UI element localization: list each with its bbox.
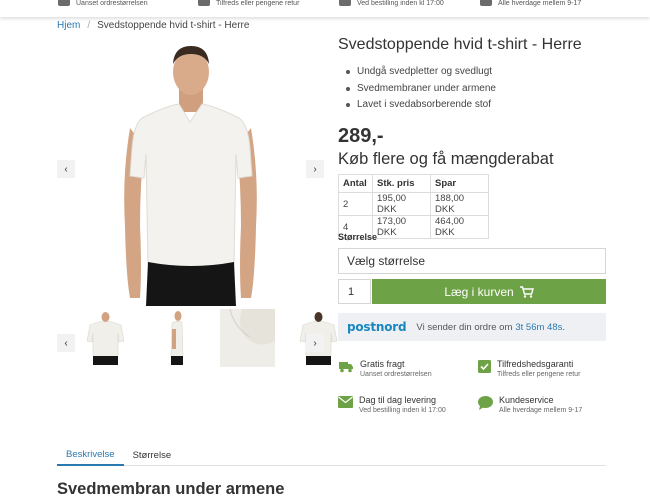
column-header-quantity: Antal — [338, 174, 373, 193]
usp-free-shipping: Gratis fragt Uanset ordrestørrelsen — [338, 359, 432, 380]
table-cell: 195,00 DKK — [372, 192, 431, 216]
gallery-next-button[interactable]: › — [306, 160, 324, 178]
bulk-discount-title: Køb flere og få mængderabat — [338, 150, 554, 168]
bulk-discount-table: Antal Stk. pris Spar 2 195,00 DKK 188,00… — [338, 174, 489, 239]
size-label: Størrelse — [338, 232, 378, 242]
breadcrumb-current: Svedstoppende hvid t-shirt - Herre — [97, 20, 250, 31]
thumbnail-side[interactable] — [149, 309, 204, 367]
feature-item: Svedmembraner under armene — [346, 81, 496, 98]
feature-item: Undgå svedpletter og svedlugt — [346, 64, 496, 81]
product-title: Svedstoppende hvid t-shirt - Herre — [338, 36, 582, 53]
top-usp-guarantee: Tilfreds eller pengene retur — [198, 0, 299, 7]
top-usp-service: Alle hverdage mellem 9-17 — [480, 0, 581, 7]
chat-icon — [480, 0, 492, 6]
cart-icon — [519, 285, 534, 298]
usp-title: Dag til dag levering — [359, 395, 437, 405]
usp-subtitle: Tilfreds eller pengene retur — [497, 371, 581, 378]
thumbnail-strip — [78, 308, 338, 367]
chat-icon — [478, 396, 493, 410]
usp-delivery: Dag til dag levering Ved bestilling inde… — [338, 395, 446, 416]
quantity-value: 1 — [348, 285, 355, 298]
usp-subtitle: Uanset ordrestørrelsen — [360, 371, 432, 378]
feature-item: Lavet i svedabsorberende stof — [346, 97, 496, 114]
table-header-row: Antal Stk. pris Spar — [338, 174, 489, 193]
top-usp-text: Uanset ordrestørrelsen — [76, 0, 148, 7]
usp-customer-service: Kundeservice Alle hverdage mellem 9-17 — [478, 395, 582, 416]
postnord-logo: postnord — [347, 320, 407, 334]
tab-size[interactable]: Størrelse — [124, 444, 181, 466]
chevron-right-icon: › — [313, 163, 317, 175]
size-select[interactable]: Vælg størrelse — [338, 248, 606, 274]
column-header-savings: Spar — [430, 174, 489, 193]
quantity-input[interactable]: 1 — [338, 279, 371, 304]
usp-subtitle: Alle hverdage mellem 9-17 — [499, 407, 583, 414]
product-tabs: Beskrivelse Størrelse — [57, 444, 606, 466]
product-main-image[interactable] — [78, 36, 303, 306]
breadcrumb-separator: / — [87, 20, 91, 31]
delivery-countdown-box: postnord Vi sender din ordre om 3t 56m 4… — [338, 313, 606, 341]
gallery-prev-button[interactable]: ‹ — [57, 160, 75, 178]
breadcrumb: Hjem / Svedstoppende hvid t-shirt - Herr… — [57, 20, 249, 31]
product-price: 289,- — [338, 125, 384, 147]
top-usp-text: Tilfreds eller pengene retur — [216, 0, 300, 7]
thumbnails-next-button[interactable]: › — [306, 334, 324, 352]
truck-icon — [58, 0, 70, 6]
delivery-countdown: 3t 56m 48s — [515, 321, 563, 333]
chevron-right-icon: › — [313, 337, 317, 349]
truck-icon — [339, 362, 353, 373]
thumbnail-front[interactable] — [78, 309, 133, 367]
top-usp-free-shipping: Uanset ordrestørrelsen — [58, 0, 148, 7]
usp-subtitle: Ved bestilling inden kl 17:00 — [359, 407, 446, 414]
breadcrumb-home-link[interactable]: Hjem — [57, 20, 80, 31]
table-cell: 2 — [338, 192, 373, 216]
size-select-value: Vælg størrelse — [347, 254, 426, 268]
tab-description[interactable]: Beskrivelse — [57, 444, 124, 466]
table-cell: 464,00 DKK — [430, 215, 489, 239]
chevron-left-icon: ‹ — [64, 337, 68, 349]
add-to-cart-label: Læg i kurven — [444, 284, 514, 299]
top-usp-text: Alle hverdage mellem 9-17 — [498, 0, 582, 7]
top-usp-strip: Uanset ordrestørrelsen Tilfreds eller pe… — [0, 0, 650, 17]
delivery-period: . — [562, 321, 565, 333]
delivery-text: Vi sender din ordre om — [416, 321, 513, 333]
usp-title: Gratis fragt — [360, 359, 405, 369]
mail-icon — [338, 396, 353, 408]
check-icon — [198, 0, 210, 6]
add-to-cart-button[interactable]: Læg i kurven — [372, 279, 606, 304]
thumbnails-prev-button[interactable]: ‹ — [57, 334, 75, 352]
table-row: 2 195,00 DKK 188,00 DKK — [338, 192, 489, 216]
chevron-left-icon: ‹ — [64, 163, 68, 175]
usp-title: Kundeservice — [499, 395, 554, 405]
usp-title: Tilfredshedsgaranti — [497, 359, 574, 369]
product-feature-list: Undgå svedpletter og svedlugt Svedmembra… — [346, 64, 496, 114]
section-heading: Svedmembran under armene — [57, 480, 285, 498]
table-cell: 173,00 DKK — [372, 215, 431, 239]
check-icon — [478, 360, 491, 373]
column-header-unit-price: Stk. pris — [372, 174, 431, 193]
thumbnail-detail[interactable] — [220, 308, 275, 367]
mail-icon — [339, 0, 351, 6]
top-usp-text: Ved bestilling inden kl 17:00 — [357, 0, 444, 7]
top-usp-delivery: Ved bestilling inden kl 17:00 — [339, 0, 444, 7]
table-cell: 188,00 DKK — [430, 192, 489, 216]
usp-guarantee: Tilfredshedsgaranti Tilfreds eller penge… — [478, 359, 580, 380]
